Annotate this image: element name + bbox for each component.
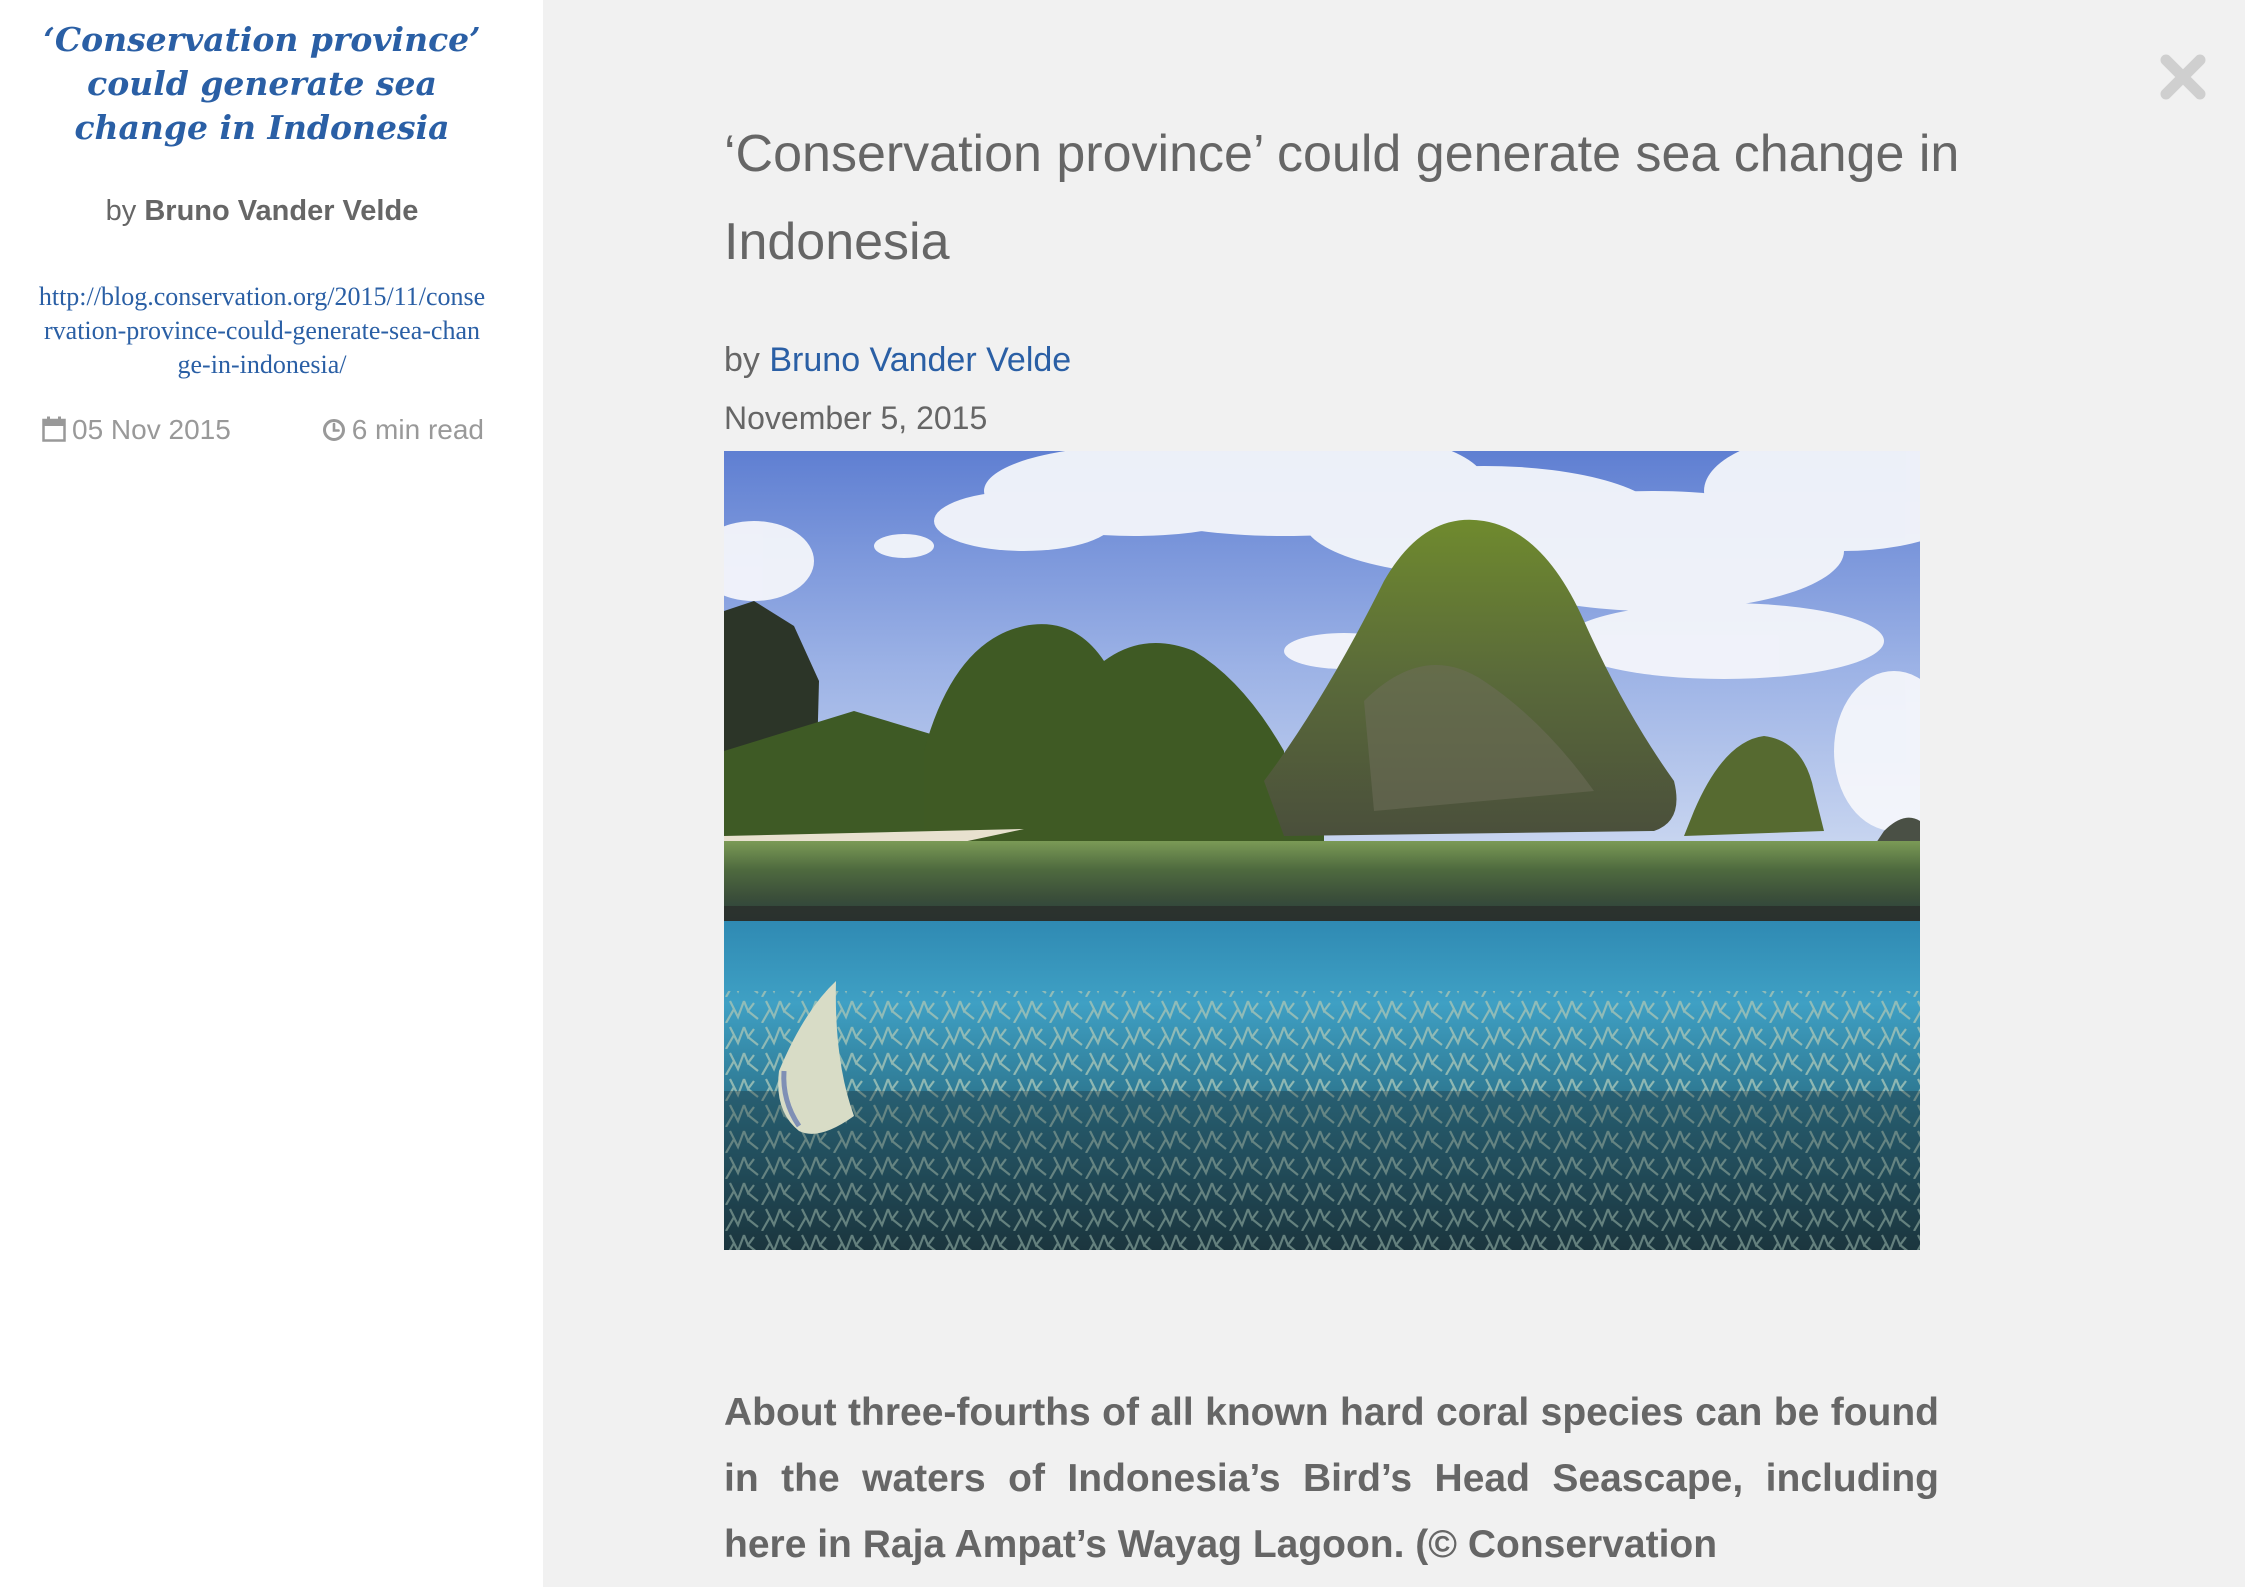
close-button[interactable] [2158, 52, 2208, 102]
sidebar-read-time-text: 6 min read [351, 414, 484, 445]
sidebar-source-url[interactable]: http://blog.conservation.org/2015/11/con… [38, 280, 486, 382]
sidebar-read-time: 6 min read [322, 412, 484, 451]
hero-image [724, 451, 1920, 1250]
sidebar: ‘Conservation province’ could generate s… [0, 0, 543, 1587]
sidebar-article-title[interactable]: ‘Conservation province’ could generate s… [38, 18, 486, 150]
sidebar-byline: by Bruno Vander Velde [38, 193, 486, 229]
article-date: November 5, 2015 [724, 400, 988, 436]
article-body: About three-fourths of all known hard co… [724, 1391, 1939, 1566]
sidebar-date-text: 05 Nov 2015 [72, 414, 231, 445]
article-panel: ‘Conservation province’ could generate s… [543, 0, 2245, 1587]
sidebar-meta: 05 Nov 2015 6 min read [42, 412, 484, 448]
reader-page: ‘Conservation province’ could generate s… [0, 0, 2245, 1587]
article-byline: by Bruno Vander Velde [724, 338, 1071, 382]
sidebar-author: Bruno Vander Velde [144, 195, 419, 227]
article-author-link[interactable]: Bruno Vander Velde [769, 341, 1071, 379]
sidebar-date: 05 Nov 2015 [42, 412, 231, 451]
calendar-icon [42, 415, 66, 451]
close-icon [2158, 54, 2208, 106]
sidebar-byline-prefix: by [105, 195, 137, 227]
clock-icon [322, 415, 346, 451]
article-byline-prefix: by [724, 341, 760, 379]
article-title: ‘Conservation province’ could generate s… [724, 125, 1960, 271]
